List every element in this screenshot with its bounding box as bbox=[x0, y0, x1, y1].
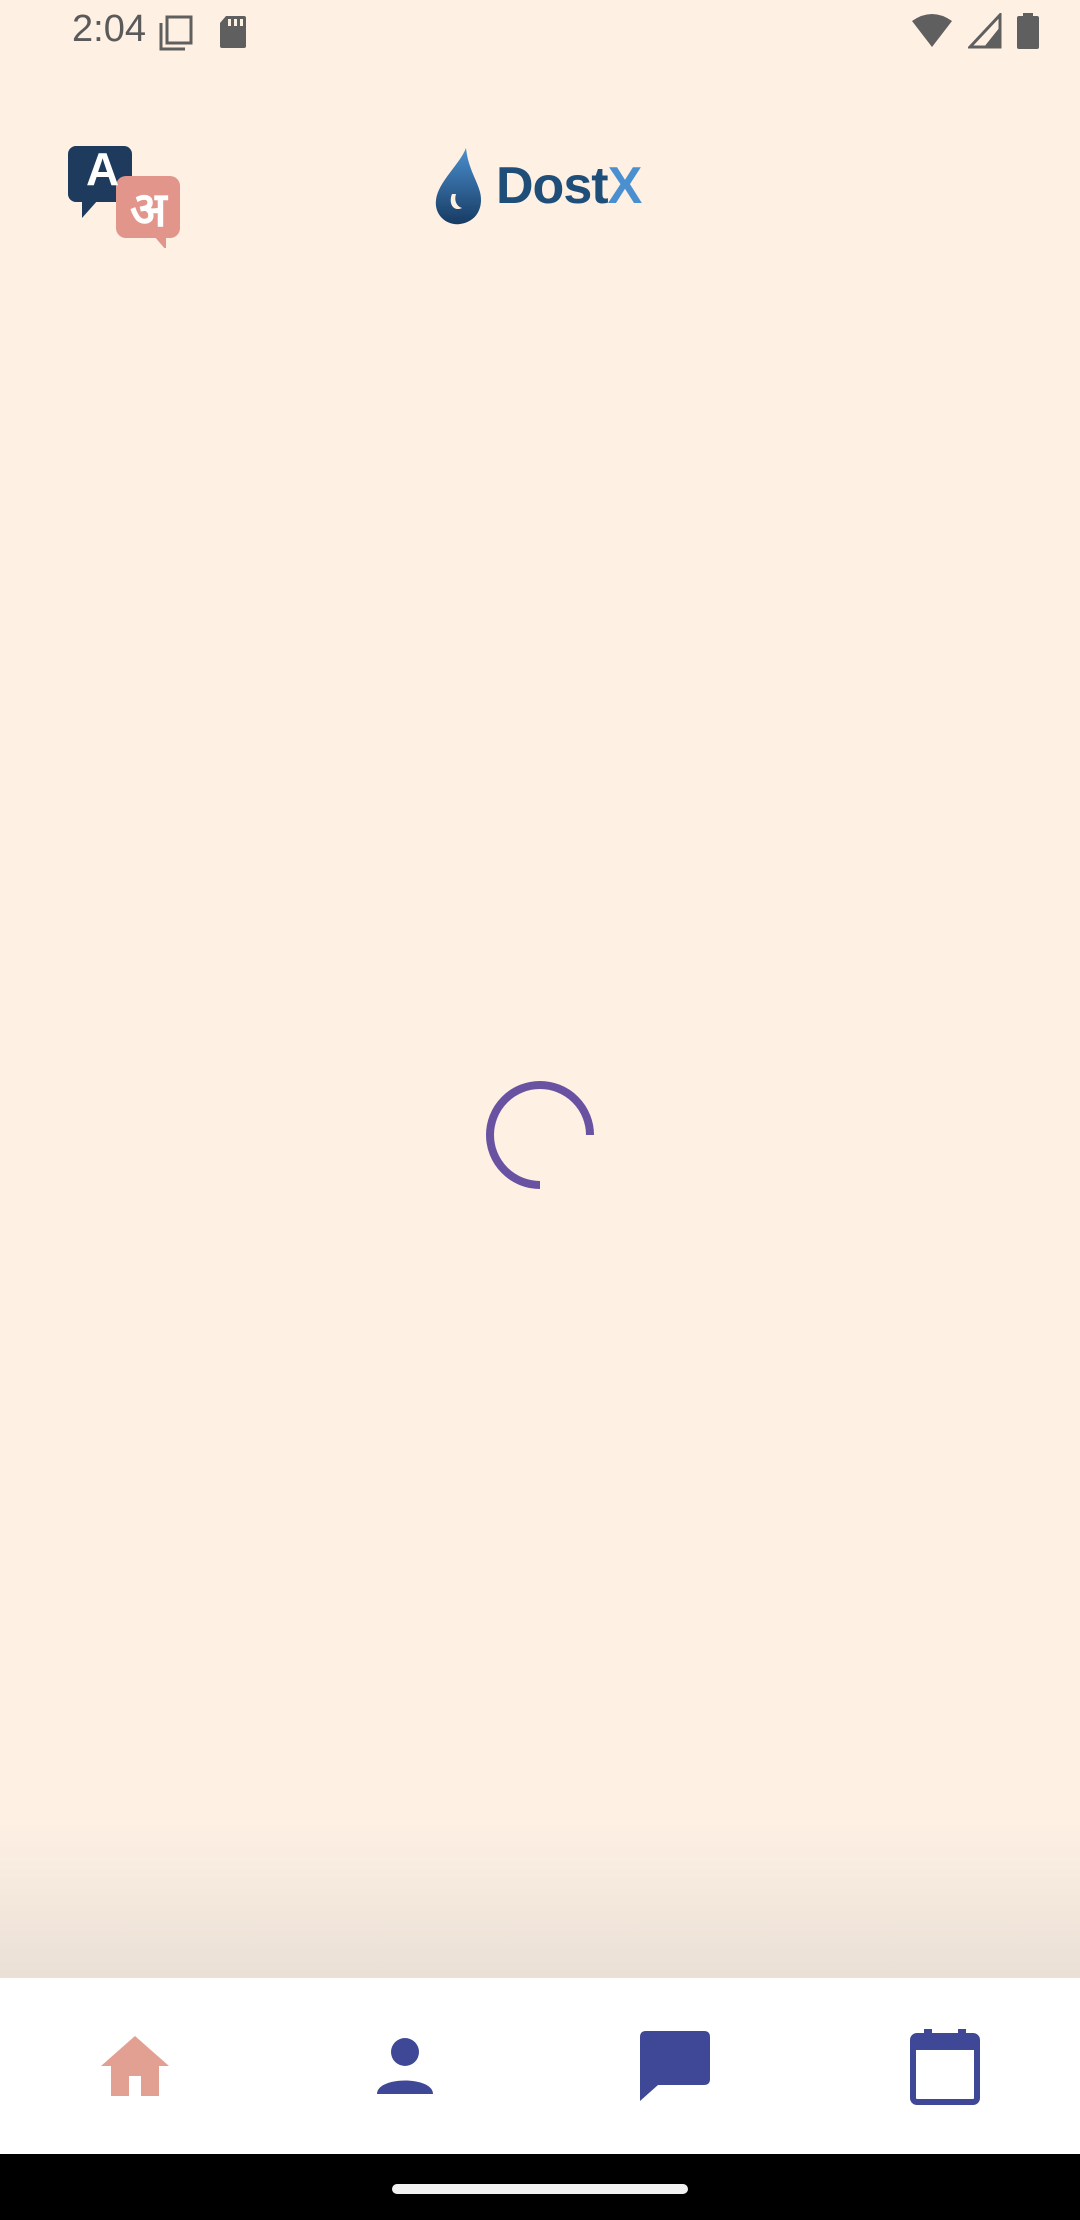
water-drop-logo-icon bbox=[435, 148, 482, 225]
nav-profile-button[interactable] bbox=[270, 1978, 540, 2154]
home-gesture-handle[interactable] bbox=[392, 2184, 688, 2194]
language-glyph-latin: A bbox=[86, 143, 120, 195]
nav-chat-button[interactable] bbox=[540, 1978, 810, 2154]
sd-card-icon bbox=[218, 14, 248, 57]
language-toggle-button[interactable]: A अ bbox=[64, 132, 184, 250]
language-glyph-devanagari: अ bbox=[130, 182, 167, 238]
status-time: 2:04 bbox=[72, 8, 146, 50]
wifi-icon bbox=[910, 13, 954, 54]
screenshot-icon bbox=[158, 14, 194, 57]
bottom-shadow bbox=[0, 1820, 1080, 1978]
loading-spinner bbox=[484, 1079, 596, 1191]
system-navigation-bar bbox=[0, 2154, 1080, 2220]
bottom-navigation bbox=[0, 1978, 1080, 2154]
battery-icon bbox=[1016, 12, 1040, 55]
cell-signal-icon bbox=[966, 11, 1002, 54]
app-header: A अ DostX bbox=[0, 120, 1080, 250]
nav-calendar-button[interactable] bbox=[810, 1978, 1080, 2154]
logo-wordmark: DostX bbox=[496, 156, 643, 216]
chat-icon bbox=[640, 2031, 710, 2101]
nav-home-button[interactable] bbox=[0, 1978, 270, 2154]
calendar-icon bbox=[910, 2029, 980, 2105]
person-icon bbox=[377, 2038, 433, 2094]
home-icon bbox=[101, 2036, 169, 2096]
logo-text-dost: Dost bbox=[496, 157, 609, 215]
logo-text-x: X bbox=[607, 157, 643, 215]
dostx-logo: DostX bbox=[430, 138, 660, 234]
status-bar: 2:04 bbox=[0, 0, 1080, 66]
